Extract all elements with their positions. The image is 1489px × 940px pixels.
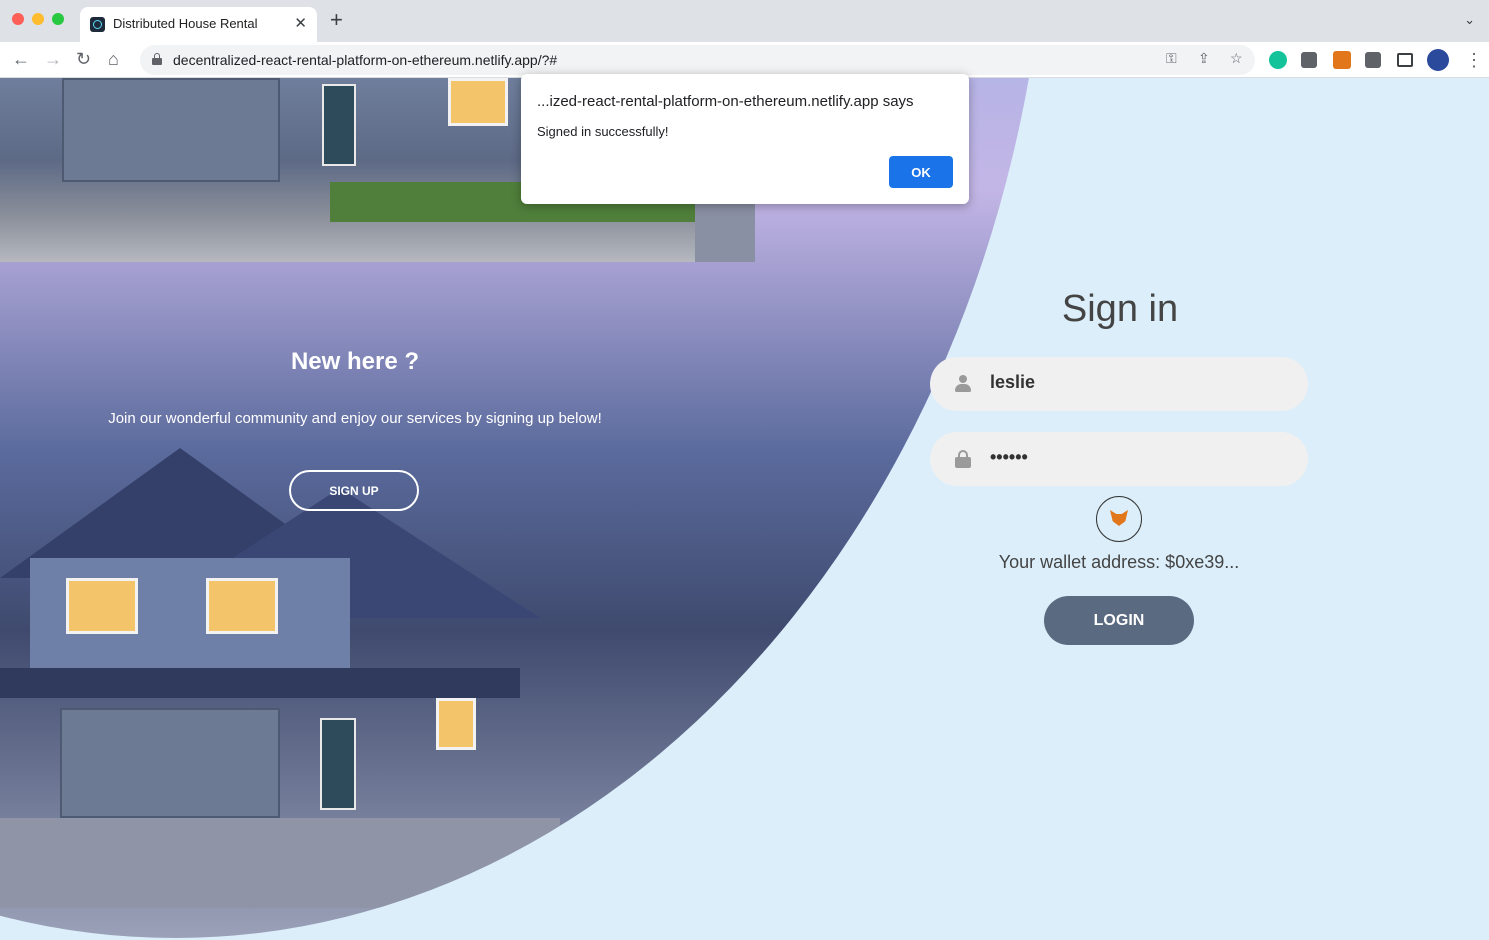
lock-icon[interactable] [152,53,162,65]
dialog-title: ...ized-react-rental-platform-on-ethereu… [537,93,914,110]
lower-roof [0,668,520,698]
signup-description: Join our wonderful community and enjoy o… [108,410,602,427]
password-input[interactable]: •••••• [990,447,1028,468]
share-icon[interactable]: ⇪ [1198,50,1210,67]
profile-avatar[interactable] [1427,49,1449,71]
alert-dialog: ...ized-react-rental-platform-on-ethereu… [521,74,969,204]
close-window-button[interactable] [12,13,24,25]
bookmark-star-icon[interactable]: ☆ [1230,50,1243,67]
user-icon [954,374,972,394]
window [448,78,508,126]
front-door [322,84,356,166]
username-field[interactable]: leslie [930,357,1308,411]
browser-tab[interactable]: Distributed House Rental ✕ [80,7,317,42]
tab-close-icon[interactable]: ✕ [294,14,307,32]
username-input[interactable]: leslie [990,372,1035,393]
browser-tab-bar: Distributed House Rental ✕ + ⌄ [0,0,1489,42]
sign-in-title: Sign in [1061,288,1179,330]
page-content: New here ? Join our wonderful community … [0,78,1489,940]
window [436,698,476,750]
garage-door [60,708,280,818]
dialog-ok-button[interactable]: OK [889,156,953,188]
home-button[interactable]: ⌂ [108,48,119,70]
url-text[interactable]: decentralized-react-rental-platform-on-e… [173,52,557,68]
minimize-window-button[interactable] [32,13,44,25]
new-tab-button[interactable]: + [330,9,343,31]
front-door [320,718,356,810]
side-panel-icon[interactable] [1397,53,1413,67]
login-button[interactable]: LOGIN [1044,596,1194,645]
tab-title: Distributed House Rental [113,16,258,31]
grammarly-extension-icon[interactable] [1269,51,1287,69]
key-icon[interactable]: ⚿ [1166,50,1177,67]
lock-icon [954,449,972,469]
browser-toolbar: ← → ↻ ⌂ decentralized-react-rental-platf… [0,42,1489,78]
back-button[interactable]: ← [12,48,30,70]
metamask-fox-icon [1110,510,1128,526]
extension-icon[interactable] [1301,52,1317,68]
puzzle-extensions-icon[interactable] [1365,52,1381,68]
react-favicon-icon [90,17,105,32]
sign-up-button[interactable]: SIGN UP [289,470,419,511]
forward-button[interactable]: → [44,48,62,70]
tab-search-chevron-icon[interactable]: ⌄ [1464,12,1475,28]
reload-button[interactable]: ↻ [76,48,91,70]
signup-panel-background [0,78,1050,938]
metamask-extension-icon[interactable] [1333,51,1351,69]
garage-door [62,78,280,182]
metamask-button[interactable] [1096,496,1142,542]
window [206,578,278,634]
dialog-message: Signed in successfully! [537,124,669,139]
password-field[interactable]: •••••• [930,432,1308,486]
address-bar[interactable]: decentralized-react-rental-platform-on-e… [140,45,1255,75]
maximize-window-button[interactable] [52,13,64,25]
driveway [0,818,560,908]
window [66,578,138,634]
signup-heading: New here ? [290,348,420,375]
signup-text-block: New here ? Join our wonderful community … [80,348,630,430]
wallet-address: Your wallet address: $0xe39... [998,552,1240,572]
browser-menu-icon[interactable]: ⋮ [1465,49,1483,71]
